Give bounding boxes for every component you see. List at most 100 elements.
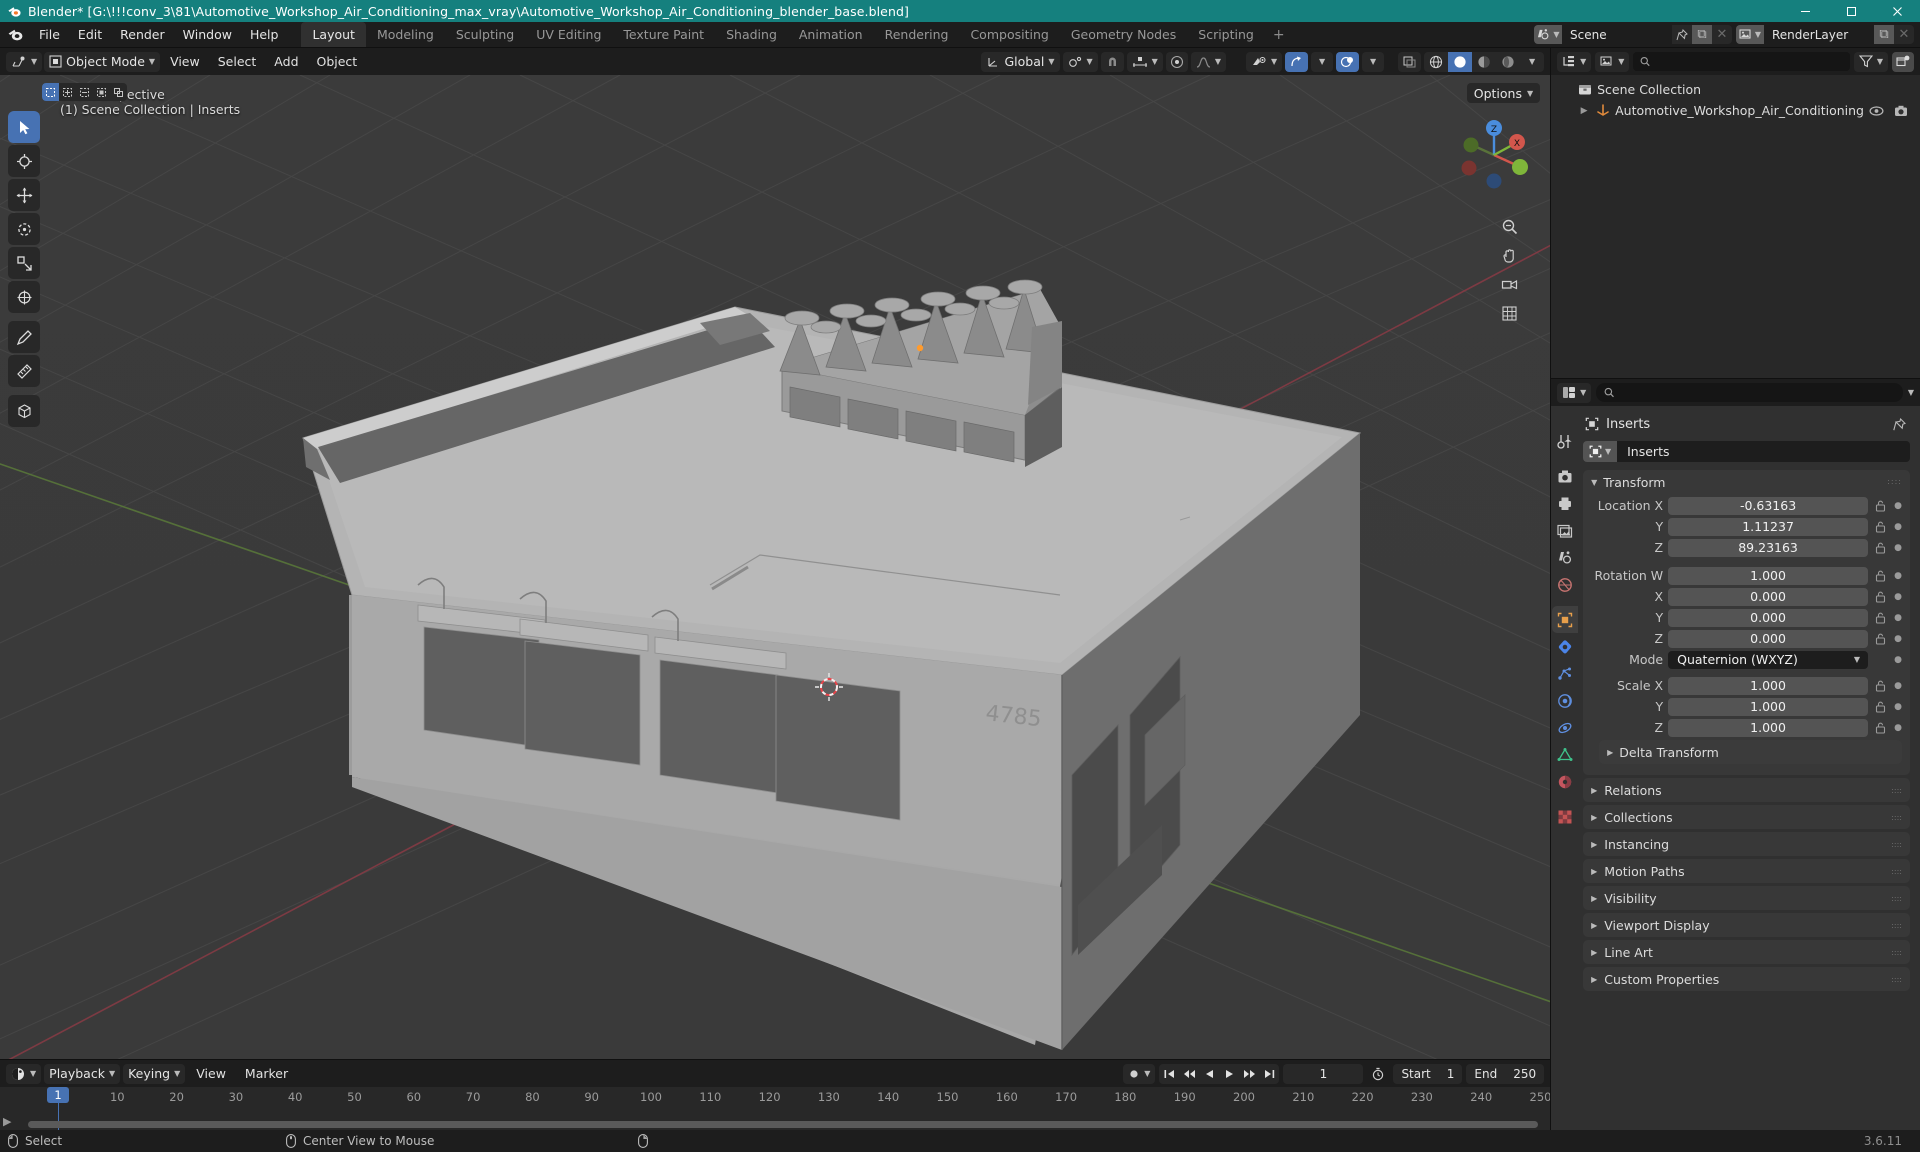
panel-collections[interactable]: ▶ Collections :::: [1583, 805, 1910, 829]
select-intersect-icon[interactable] [110, 83, 127, 101]
outliner-row-object[interactable]: ▶ Automotive_Workshop_Air_Conditioning [1551, 100, 1920, 121]
lock-icon[interactable] [1873, 612, 1887, 624]
lock-icon[interactable] [1873, 633, 1887, 645]
transform-orientation-selector[interactable]: Global ▼ [981, 51, 1060, 72]
panel-motion-paths[interactable]: ▶ Motion Paths :::: [1583, 859, 1910, 883]
lock-icon[interactable] [1873, 570, 1887, 582]
play-reverse-button[interactable] [1199, 1064, 1219, 1084]
select-extend-icon[interactable] [59, 83, 76, 101]
camera-render-icon[interactable] [1894, 105, 1908, 117]
auto-keying-toggle[interactable]: ▼ [1123, 1063, 1156, 1084]
select-invert-icon[interactable] [93, 83, 110, 101]
timeline-menu-playback[interactable]: Playback ▼ [44, 1063, 121, 1084]
tab-compositing[interactable]: Compositing [959, 22, 1059, 47]
blender-menu-icon[interactable] [0, 22, 30, 47]
zoom-icon[interactable] [1498, 215, 1520, 237]
close-button[interactable] [1874, 0, 1920, 22]
outliner-search[interactable] [1633, 52, 1850, 71]
pivot-point-selector[interactable]: ▼ [1062, 51, 1098, 72]
scale-z-value[interactable]: 1.000 [1668, 718, 1868, 737]
toggle-ortho-icon[interactable] [1498, 302, 1520, 324]
panel-custom-properties[interactable]: ▶ Custom Properties :::: [1583, 967, 1910, 991]
delta-transform-header[interactable]: ▶ Delta Transform [1599, 740, 1902, 764]
menu-file[interactable]: File [30, 22, 69, 47]
outliner-filter-id-type[interactable]: ▼ [1595, 51, 1630, 72]
pin-icon[interactable] [1893, 417, 1912, 431]
timeline-menu-view[interactable]: View [188, 1064, 234, 1084]
jump-to-end-button[interactable] [1259, 1064, 1279, 1084]
lock-icon[interactable] [1873, 521, 1887, 533]
constraints-tab[interactable] [1552, 714, 1578, 741]
viewlayer-selector[interactable]: ▼ RenderLayer ⧉ ✕ [1736, 25, 1914, 44]
measure-tool[interactable] [8, 355, 40, 387]
animate-dot-icon[interactable]: ● [1892, 501, 1904, 511]
texture-tab[interactable] [1552, 803, 1578, 830]
animate-dot-icon[interactable]: ● [1892, 543, 1904, 553]
viewport-menu-view[interactable]: View [162, 52, 208, 72]
menu-render[interactable]: Render [111, 22, 174, 47]
prev-keyframe-button[interactable] [1179, 1064, 1199, 1084]
outliner-row-scene-collection[interactable]: Scene Collection [1551, 79, 1920, 100]
viewport-options-button[interactable]: Options ▼ [1466, 83, 1541, 103]
animate-dot-icon[interactable]: ● [1892, 723, 1904, 733]
rotate-tool[interactable] [8, 213, 40, 245]
lock-icon[interactable] [1873, 591, 1887, 603]
object-name-value[interactable]: Inserts [1617, 441, 1910, 462]
tab-rendering[interactable]: Rendering [874, 22, 960, 47]
outliner-editor-type[interactable]: ▼ [1557, 51, 1592, 72]
next-keyframe-button[interactable] [1239, 1064, 1259, 1084]
snap-magnet-icon[interactable] [1100, 51, 1124, 72]
add-workspace-button[interactable]: + [1265, 22, 1293, 47]
shading-wireframe[interactable] [1424, 52, 1448, 72]
timeline-menu-keying[interactable]: Keying ▼ [123, 1063, 186, 1084]
scale-y-value[interactable]: 1.000 [1668, 697, 1868, 716]
scale-x-value[interactable]: 1.000 [1668, 676, 1868, 695]
animate-dot-icon[interactable]: ● [1892, 702, 1904, 712]
transform-panel-header[interactable]: ▼ Transform :::: [1583, 470, 1910, 494]
timeline-editor-type[interactable]: ▼ [6, 1063, 42, 1084]
timeline-playhead[interactable]: 1 [47, 1087, 69, 1103]
snap-to-selector[interactable]: ▼ [1126, 51, 1163, 72]
remove-viewlayer-button[interactable]: ✕ [1894, 25, 1914, 44]
use-preview-range-icon[interactable] [1367, 1064, 1389, 1084]
proportional-editing-icon[interactable] [1165, 51, 1188, 72]
shading-dropdown[interactable]: ▼ [1520, 52, 1544, 72]
pan-hand-icon[interactable] [1498, 244, 1520, 266]
rotation-x-value[interactable]: 0.000 [1668, 587, 1868, 606]
scale-tool[interactable] [8, 247, 40, 279]
overlays-dropdown[interactable]: ▼ [1362, 51, 1385, 72]
outliner-tree[interactable]: Scene Collection ▶ Automotive_Workshop_A… [1551, 75, 1920, 378]
tab-sculpting[interactable]: Sculpting [445, 22, 525, 47]
viewlayer-name[interactable]: RenderLayer [1764, 25, 1874, 44]
frame-start-field[interactable]: Start 1 [1393, 1063, 1463, 1084]
jump-to-start-button[interactable] [1159, 1064, 1179, 1084]
location-y-value[interactable]: 1.11237 [1668, 517, 1868, 536]
render-tab[interactable] [1552, 463, 1578, 490]
tab-texture-paint[interactable]: Texture Paint [612, 22, 715, 47]
physics-tab[interactable] [1552, 687, 1578, 714]
particles-tab[interactable] [1552, 660, 1578, 687]
select-subtract-icon[interactable] [76, 83, 93, 101]
rotation-mode-value[interactable]: Quaternion (WXYZ) ▼ [1668, 650, 1868, 669]
material-tab[interactable] [1552, 768, 1578, 795]
gizmo-dropdown[interactable]: ▼ [1311, 51, 1334, 72]
transform-tool[interactable] [8, 281, 40, 313]
object-name-field[interactable]: ▼ Inserts [1583, 441, 1910, 462]
properties-options-chevron[interactable]: ▼ [1908, 388, 1914, 397]
menu-edit[interactable]: Edit [69, 22, 111, 47]
chevron-right-icon[interactable]: ▶ [1591, 867, 1597, 876]
properties-editor-type[interactable]: ▼ [1557, 382, 1592, 403]
tool-tab[interactable] [1552, 428, 1578, 455]
pin-scene-icon[interactable] [1672, 25, 1692, 44]
new-scene-button[interactable]: ⧉ [1692, 25, 1712, 44]
3d-viewport[interactable]: ▼ Object Mode ▼ View Select Add Object Gl… [0, 48, 1551, 1059]
chevron-down-icon[interactable]: ▼ [1591, 478, 1597, 487]
location-z-value[interactable]: 89.23163 [1668, 538, 1868, 557]
outliner-search-input[interactable] [1655, 54, 1843, 69]
tab-modeling[interactable]: Modeling [366, 22, 445, 47]
tab-uv-editing[interactable]: UV Editing [525, 22, 612, 47]
move-tool[interactable] [8, 179, 40, 211]
animate-dot-icon[interactable]: ● [1892, 634, 1904, 644]
location-x-value[interactable]: -0.63163 [1668, 496, 1868, 515]
lock-icon[interactable] [1873, 542, 1887, 554]
